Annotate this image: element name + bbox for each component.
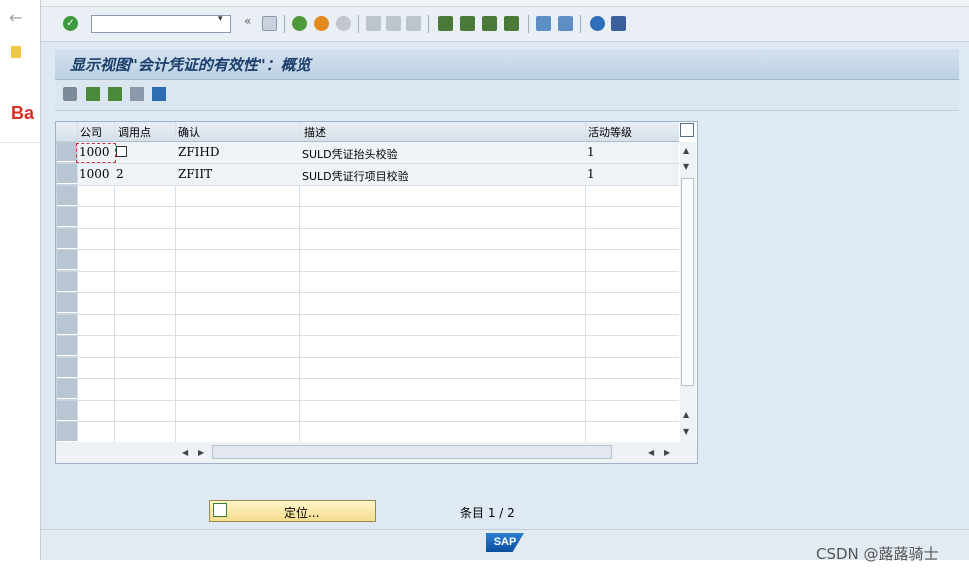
toolbar-separator — [284, 15, 285, 33]
scroll-right-icon[interactable]: ▶ — [664, 448, 670, 457]
grid-line — [78, 400, 679, 401]
row-selector[interactable] — [57, 142, 77, 162]
grid-line — [78, 206, 679, 207]
row-selector[interactable] — [57, 379, 77, 399]
grid-line — [78, 185, 679, 186]
row-selector[interactable] — [57, 164, 77, 184]
row-selector[interactable] — [57, 293, 77, 313]
grid-line — [78, 271, 679, 272]
chevron-down-icon[interactable]: ▾ — [218, 14, 223, 24]
scroll-thumb[interactable] — [681, 178, 694, 386]
toolbar-separator — [428, 15, 429, 33]
window-border — [40, 0, 41, 560]
bookmark-label[interactable]: Ba — [11, 103, 34, 124]
scroll-right-icon[interactable]: ▶ — [198, 448, 204, 457]
command-field[interactable] — [91, 15, 231, 33]
toolbar-separator — [580, 15, 581, 33]
back-icon[interactable] — [292, 16, 307, 31]
cell-description[interactable]: SULD凭证抬头校验 — [302, 146, 398, 162]
divider — [0, 142, 40, 143]
cancel-icon[interactable] — [336, 16, 351, 31]
cell-call-point[interactable]: 2 — [116, 167, 124, 181]
application-toolbar — [55, 80, 959, 111]
row-selector[interactable] — [57, 422, 77, 442]
scroll-up-icon[interactable]: ▲ — [683, 146, 689, 155]
cell-description[interactable]: SULD凭证行项目校验 — [302, 168, 409, 184]
find-next-icon[interactable] — [406, 16, 421, 31]
last-page-icon[interactable] — [504, 16, 519, 31]
select-all-icon[interactable] — [86, 87, 100, 101]
row-selector[interactable] — [57, 272, 77, 292]
cell-validation[interactable]: ZFIIT — [178, 167, 212, 181]
row-selector[interactable] — [57, 336, 77, 356]
cell-level[interactable]: 1 — [587, 145, 595, 159]
menu-bar — [41, 0, 969, 7]
column-header-description[interactable]: 描述 — [304, 124, 326, 140]
grid-line — [78, 314, 679, 315]
scroll-left-icon[interactable]: ◀ — [182, 448, 188, 457]
row-selector[interactable] — [57, 186, 77, 206]
shortcut-icon[interactable] — [558, 16, 573, 31]
column-header-level[interactable]: 活动等级 — [588, 124, 632, 140]
scroll-up-icon[interactable]: ▲ — [683, 410, 689, 419]
grid-line — [78, 378, 679, 379]
row-selector[interactable] — [57, 229, 77, 249]
column-header-company[interactable]: 公司 — [80, 124, 102, 140]
row-selector[interactable] — [57, 358, 77, 378]
cell-company[interactable]: 1000 — [79, 167, 110, 181]
grid-line — [78, 228, 679, 229]
save-icon[interactable] — [262, 16, 277, 31]
grid-line — [78, 292, 679, 293]
page-title: 显示视图"会计凭证的有效性"：概览 — [70, 56, 311, 74]
cell-validation[interactable]: ZFIHD — [178, 145, 220, 159]
row-selector[interactable] — [57, 250, 77, 270]
call-point-dropdown-icon[interactable] — [116, 146, 127, 157]
scroll-left-icon[interactable]: ◀ — [648, 448, 654, 457]
deselect-all-icon[interactable] — [130, 87, 144, 101]
cell-level[interactable]: 1 — [587, 167, 595, 181]
position-icon — [213, 503, 227, 517]
column-header-call-point[interactable]: 调用点 — [118, 124, 151, 140]
toolbar-separator — [528, 15, 529, 33]
check-icon[interactable]: ✓ — [63, 16, 78, 31]
exit-icon[interactable] — [314, 16, 329, 31]
scroll-down-icon[interactable]: ▼ — [683, 162, 689, 171]
first-page-icon[interactable] — [438, 16, 453, 31]
grid-line — [78, 249, 679, 250]
horizontal-scrollbar[interactable] — [212, 445, 612, 459]
find-icon[interactable] — [386, 16, 401, 31]
grid-line — [78, 357, 679, 358]
column-header-validation[interactable]: 确认 — [178, 124, 200, 140]
row-selector[interactable] — [57, 207, 77, 227]
scroll-down-icon[interactable]: ▼ — [683, 427, 689, 436]
column-settings-icon[interactable] — [680, 123, 694, 137]
toolbar-separator — [358, 15, 359, 33]
position-button-label: 定位... — [284, 506, 320, 520]
browser-left-strip — [0, 0, 40, 569]
arrow-left-icon[interactable]: ← — [9, 8, 22, 27]
select-block-icon[interactable] — [108, 87, 122, 101]
row-selector[interactable] — [57, 315, 77, 335]
next-page-icon[interactable] — [482, 16, 497, 31]
customize-layout-icon[interactable] — [611, 16, 626, 31]
cell-focus-indicator — [76, 143, 116, 163]
grid-line — [78, 421, 679, 422]
display-change-icon[interactable] — [63, 87, 77, 101]
new-session-icon[interactable] — [536, 16, 551, 31]
print-view-icon[interactable] — [152, 87, 166, 101]
print-icon[interactable] — [366, 16, 381, 31]
help-icon[interactable] — [590, 16, 605, 31]
bookmark-icon[interactable] — [11, 46, 21, 58]
entry-counter: 条目 1 / 2 — [460, 506, 515, 520]
previous-page-icon[interactable] — [460, 16, 475, 31]
history-icon[interactable]: « — [244, 14, 251, 28]
grid-line — [78, 335, 679, 336]
watermark: CSDN @蕗蕗骑士 — [816, 545, 939, 563]
row-selector[interactable] — [57, 401, 77, 421]
